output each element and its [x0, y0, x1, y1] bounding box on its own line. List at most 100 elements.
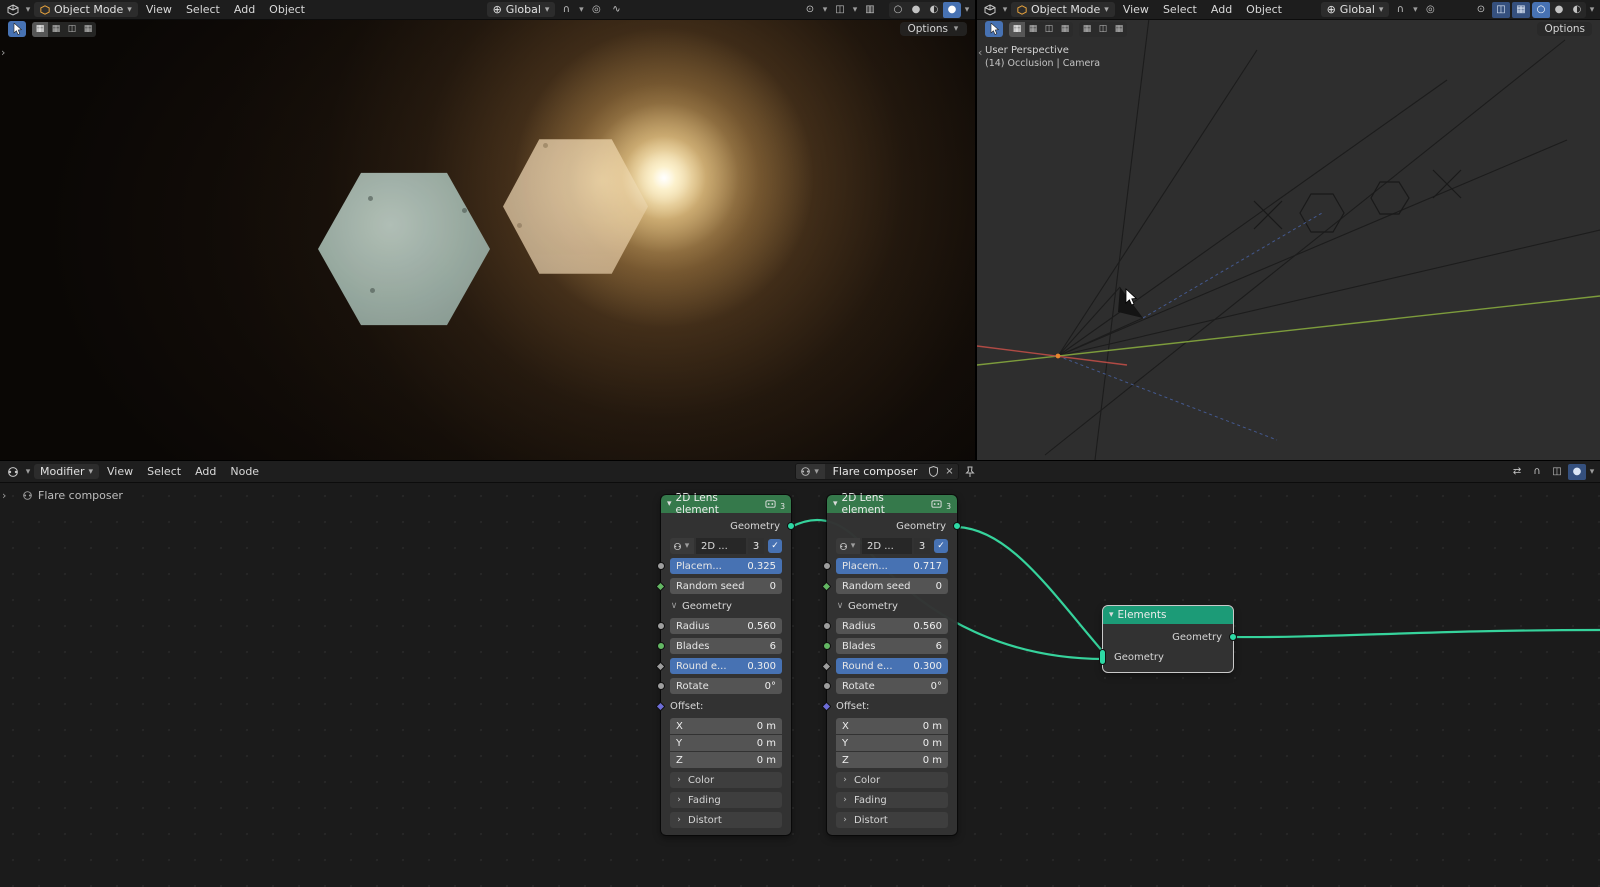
overlays-toggle-icon[interactable]: ◫	[831, 2, 849, 18]
geometry-output-socket[interactable]	[787, 522, 795, 530]
mode-dropdown[interactable]: Object Mode ▾	[1011, 2, 1115, 17]
node-elements[interactable]: ▾ Elements Geometry Geometry	[1099, 605, 1237, 673]
browse-node-tree-button[interactable]: ▾	[795, 464, 825, 479]
menu-add[interactable]: Add	[228, 2, 261, 17]
sidebar-expand-arrow[interactable]: ›	[2, 489, 6, 502]
realtime-preview-icon[interactable]: ●	[1568, 463, 1587, 480]
radius-input-socket[interactable]	[823, 622, 831, 630]
offset-y-field[interactable]: Y 0 m	[836, 735, 948, 751]
datablock-browse-button[interactable]: ▾	[836, 538, 860, 554]
snap-magnet-icon[interactable]: ∩	[1391, 2, 1409, 18]
node-canvas[interactable]: › Flare composer ▾ 2D Lens element 3 Geo…	[0, 483, 1600, 887]
toolbar-expand-arrow[interactable]: ›	[1, 46, 5, 59]
overlays-chevron-icon[interactable]: ▾	[1588, 467, 1596, 477]
panel-distort[interactable]: › Distort	[836, 812, 948, 828]
shading-chevron-icon[interactable]: ▾	[1588, 5, 1596, 15]
overlays-icon[interactable]: ◫	[1548, 464, 1566, 480]
gizmo-toggle-icon[interactable]: ⊙	[801, 2, 819, 18]
offset-z-field[interactable]: Z 0 m	[670, 752, 782, 768]
shading-chevron-icon[interactable]: ▾	[963, 5, 971, 15]
placement-input-socket[interactable]	[823, 562, 831, 570]
roundness-slider[interactable]: Round e... 0.300	[670, 658, 782, 674]
select-mode-4-icon[interactable]: ▦	[80, 22, 96, 37]
menu-select[interactable]: Select	[180, 2, 226, 17]
orientation-dropdown[interactable]: ⊕ Global ▾	[1320, 2, 1390, 17]
editor-type-chevron-icon[interactable]: ▾	[24, 467, 32, 477]
blades-field[interactable]: Blades 6	[836, 638, 948, 654]
menu-add[interactable]: Add	[189, 464, 222, 479]
rotate-field[interactable]: Rotate 0°	[836, 678, 948, 694]
menu-object[interactable]: Object	[1240, 2, 1288, 17]
menu-select[interactable]: Select	[141, 464, 187, 479]
blades-input-socket[interactable]	[657, 642, 665, 650]
enabled-checkbox[interactable]: ✓	[768, 539, 782, 553]
rotate-field[interactable]: Rotate 0°	[670, 678, 782, 694]
gizmo-toggle-icon[interactable]: ⊙	[1472, 2, 1490, 18]
editor-type-icon[interactable]	[4, 2, 22, 18]
offset-y-field[interactable]: Y 0 m	[670, 735, 782, 751]
active-tool-select-icon[interactable]	[985, 21, 1003, 37]
falloff-curve-icon[interactable]: ∿	[607, 2, 625, 18]
datablock-user-count[interactable]: 3	[914, 538, 930, 554]
select-mode-2-icon[interactable]: ▦	[1025, 22, 1041, 37]
snap-magnet-icon[interactable]: ∩	[557, 2, 575, 18]
radius-input-socket[interactable]	[657, 622, 665, 630]
node-header[interactable]: ▾ 2D Lens element 3	[661, 492, 791, 516]
blades-field[interactable]: Blades 6	[670, 638, 782, 654]
blades-input-socket[interactable]	[823, 642, 831, 650]
shading-material-icon[interactable]: ◐	[1568, 2, 1586, 18]
datablock-name[interactable]: 2D ...	[696, 538, 746, 554]
geometry-section-header[interactable]: ∨ Geometry	[836, 598, 948, 614]
orientation-dropdown[interactable]: ⊕ Global ▾	[486, 2, 556, 17]
editor-type-icon[interactable]	[4, 464, 22, 480]
snap-options-chevron-icon[interactable]: ▾	[577, 5, 585, 15]
proportional-editing-icon[interactable]: ◎	[1421, 2, 1439, 18]
shading-solid-icon[interactable]: ●	[1550, 2, 1568, 18]
radius-field[interactable]: Radius 0.560	[836, 618, 948, 634]
panel-color[interactable]: › Color	[836, 772, 948, 788]
shading-wireframe-icon[interactable]: ○	[889, 2, 907, 18]
menu-view[interactable]: View	[1117, 2, 1155, 17]
select-mode-1-icon[interactable]: ▦	[32, 21, 48, 37]
gizmo-chevron-icon[interactable]: ▾	[821, 5, 829, 15]
placement-input-socket[interactable]	[657, 562, 665, 570]
mode-dropdown[interactable]: Object Mode ▾	[34, 2, 138, 17]
overlays-chevron-icon[interactable]: ▾	[851, 5, 859, 15]
editor-type-chevron-icon[interactable]: ▾	[1001, 5, 1009, 15]
node-tree-type-dropdown[interactable]: Modifier ▾	[34, 464, 100, 479]
node-tree-name[interactable]: Flare composer	[825, 465, 926, 478]
select-mode-2-icon[interactable]: ▦	[48, 22, 64, 37]
roundness-slider[interactable]: Round e... 0.300	[836, 658, 948, 674]
rendered-camera-view[interactable]	[0, 20, 975, 460]
placement-slider[interactable]: Placem... 0.325	[670, 558, 782, 574]
geometry-output-socket[interactable]	[953, 522, 961, 530]
enabled-checkbox[interactable]: ✓	[934, 539, 948, 553]
shading-material-icon[interactable]: ◐	[925, 2, 943, 18]
pin-icon[interactable]	[961, 464, 979, 480]
panel-distort[interactable]: › Distort	[670, 812, 782, 828]
geometry-multi-input-socket[interactable]	[1099, 649, 1106, 665]
radius-field[interactable]: Radius 0.560	[670, 618, 782, 634]
geometry-section-header[interactable]: ∨ Geometry	[670, 598, 782, 614]
menu-node[interactable]: Node	[224, 464, 265, 479]
placement-slider[interactable]: Placem... 0.717	[836, 558, 948, 574]
node-header[interactable]: ▾ 2D Lens element 3	[827, 492, 957, 516]
fake-user-shield-icon[interactable]	[926, 464, 942, 479]
menu-add[interactable]: Add	[1205, 2, 1238, 17]
rotate-input-socket[interactable]	[657, 682, 665, 690]
collapse-chevron-icon[interactable]: ▾	[1109, 610, 1114, 620]
menu-view[interactable]: View	[140, 2, 178, 17]
panel-fading[interactable]: › Fading	[670, 792, 782, 808]
shading-solid-icon[interactable]: ●	[907, 2, 925, 18]
rotate-input-socket[interactable]	[823, 682, 831, 690]
auto-offset-icon[interactable]: ⇄	[1508, 464, 1526, 480]
menu-view[interactable]: View	[101, 464, 139, 479]
random-seed-field[interactable]: Random seed 0	[670, 578, 782, 594]
select-mode-3-icon[interactable]: ◫	[1041, 22, 1057, 37]
select-mode-1-icon[interactable]: ▦	[1009, 21, 1025, 37]
node-2d-lens-element-2[interactable]: ▾ 2D Lens element 3 Geometry ▾ 2D ... 3 …	[821, 492, 961, 836]
select-mode-3-icon[interactable]: ◫	[64, 22, 80, 37]
offset-z-field[interactable]: Z 0 m	[836, 752, 948, 768]
offset-x-field[interactable]: X 0 m	[670, 718, 782, 734]
menu-select[interactable]: Select	[1157, 2, 1203, 17]
